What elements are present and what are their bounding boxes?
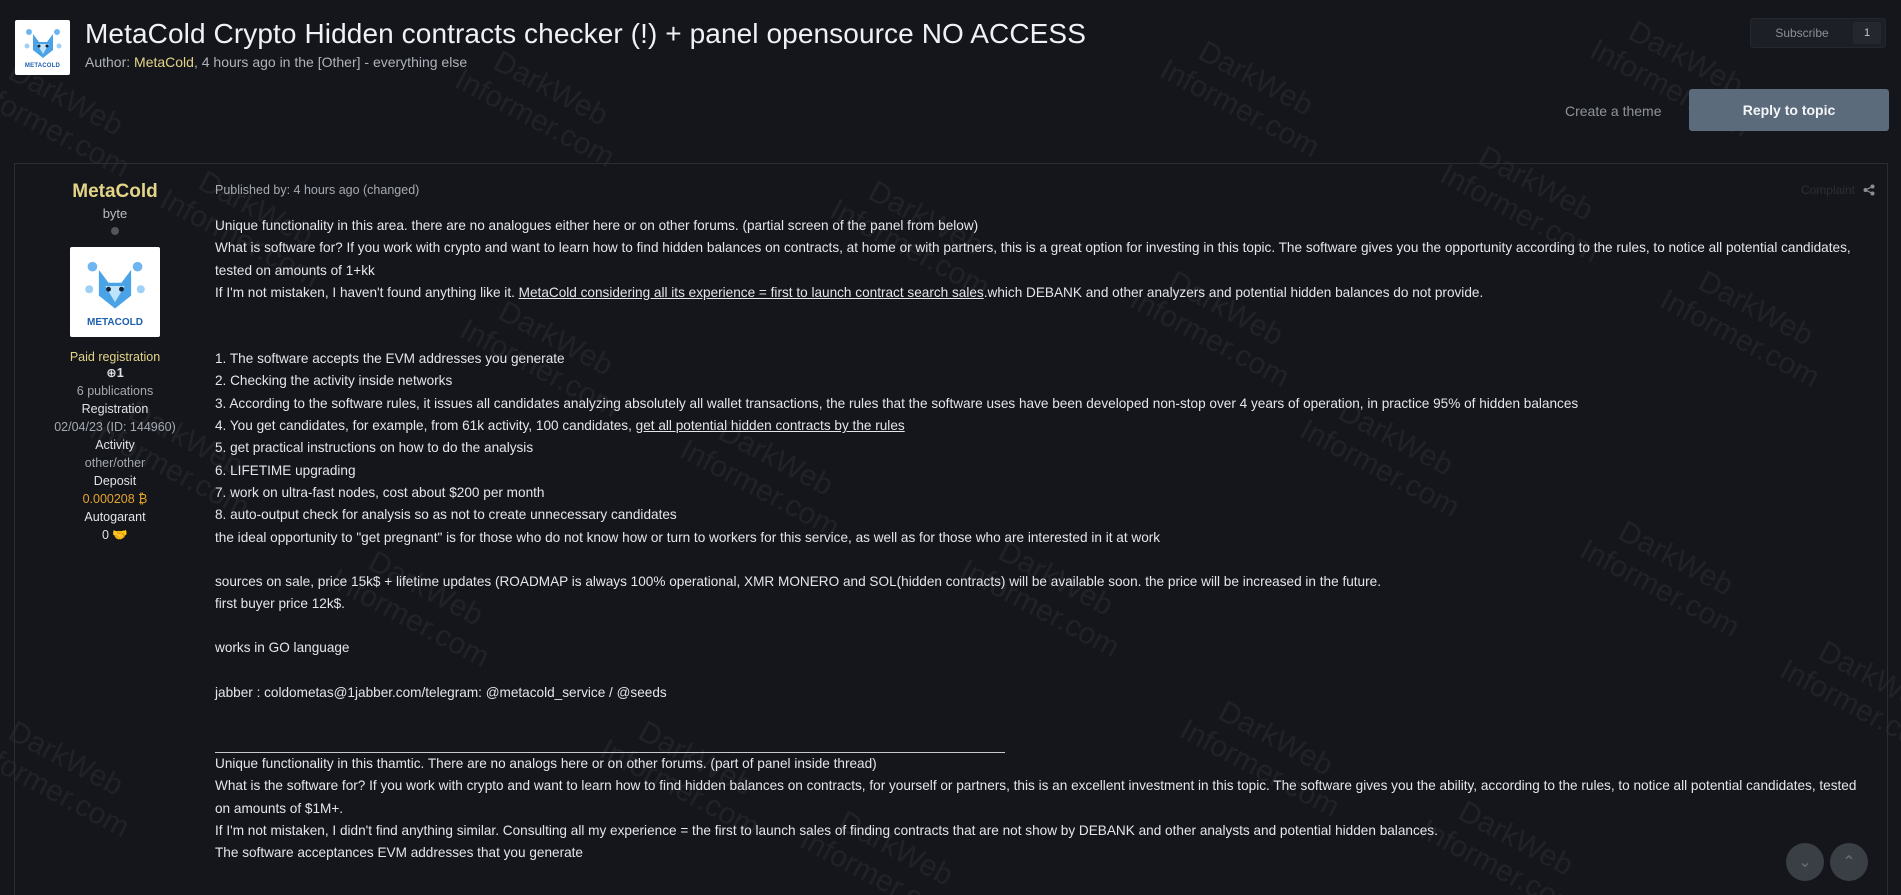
body-line: What is software for? If you work with c… xyxy=(215,240,1851,278)
online-status-icon xyxy=(111,227,119,235)
post-author-name[interactable]: MetaCold xyxy=(15,181,215,203)
autogarant-value: 0 🤝 xyxy=(102,528,128,542)
deposit-value: 0.000208 ₿ xyxy=(82,492,148,506)
hidden-contracts-link[interactable]: get all potential hidden contracts by th… xyxy=(636,418,905,433)
contact-line: jabber : coldometas@1jabber.com/telegram… xyxy=(215,684,667,700)
feature-item: 1. The software accepts the EVM addresse… xyxy=(215,351,565,367)
meta-suffix: , 4 hours ago in the [Other] - everythin… xyxy=(193,54,468,70)
topic-author-link[interactable]: MetaCold xyxy=(134,54,194,70)
body-line: If I'm not mistaken, I haven't found any… xyxy=(215,284,1484,300)
logo-text: METACOLD xyxy=(24,63,61,69)
registration-label: Registration xyxy=(81,402,149,416)
body-line: The software acceptances EVM addresses t… xyxy=(215,845,583,861)
feature-item: 7. work on ultra-fast nodes, cost about … xyxy=(215,484,545,500)
feature-item: 3. According to the software rules, it i… xyxy=(215,395,1579,411)
share-icon[interactable] xyxy=(1863,184,1875,199)
published-info: Published by: 4 hours ago (changed) xyxy=(215,183,420,197)
registration-value: 02/04/23 (ID: 144960) xyxy=(54,420,176,434)
feature-item: 5. get practical instructions on how to … xyxy=(215,440,534,456)
body-line: If I'm not mistaken, I didn't find anyth… xyxy=(215,822,1438,838)
create-theme-link[interactable]: Create a theme xyxy=(1565,103,1662,119)
post-content: Published by: 4 hours ago (changed) Comp… xyxy=(215,183,1875,865)
author-group: Paid registration xyxy=(69,350,161,364)
feature-item: 2. Checking the activity inside networks xyxy=(215,373,453,389)
subscribe-label: Subscribe xyxy=(1775,26,1829,40)
post-body: Unique functionality in this area. there… xyxy=(215,215,1875,865)
avatar-text: METACOLD xyxy=(87,316,143,328)
activity-value: other/other xyxy=(84,456,146,470)
scroll-up-button[interactable]: ⌃ xyxy=(1830,843,1868,881)
topic-meta: Author: MetaCold, 4 hours ago in the [Ot… xyxy=(85,54,467,70)
body-line: Unique functionality in this thamtic. Th… xyxy=(215,756,877,772)
topic-header: METACOLD MetaCold Crypto Hidden contract… xyxy=(15,18,1886,78)
body-line: Unique functionality in this area. there… xyxy=(215,218,979,233)
feature-item: 4. You get candidates, for example, from… xyxy=(215,418,905,434)
topic-title: MetaCold Crypto Hidden contracts checker… xyxy=(85,18,1086,49)
avatar[interactable]: METACOLD xyxy=(70,247,160,337)
body-line: the ideal opportunity to "get pregnant" … xyxy=(215,529,1161,545)
body-line: first buyer price 12k$. xyxy=(215,596,345,612)
body-line: works in GO language xyxy=(215,640,350,656)
feature-item: 6. LIFETIME upgrading xyxy=(215,462,356,478)
body-line: What is the software for? If you work wi… xyxy=(215,778,1857,816)
publications-count[interactable]: 6 publications xyxy=(15,382,215,400)
fox-avatar-icon xyxy=(85,261,145,309)
reply-to-topic-button[interactable]: Reply to topic xyxy=(1689,89,1889,131)
feature-item: 8. auto-output check for analysis so as … xyxy=(215,507,677,523)
subscribe-button[interactable]: Subscribe 1 xyxy=(1750,18,1886,48)
reputation: ⊕1 xyxy=(106,366,124,380)
meta-prefix: Author: xyxy=(85,54,135,70)
fox-logo-icon xyxy=(24,29,61,58)
complaint-link[interactable]: Complaint xyxy=(1801,183,1855,197)
subscribe-count: 1 xyxy=(1853,22,1881,44)
chevron-up-icon: ⌃ xyxy=(1842,854,1856,871)
post: MetaCold byte METACOLD Paid registration… xyxy=(14,163,1888,895)
activity-label: Activity xyxy=(95,438,135,452)
body-line: sources on sale, price 15k$ + lifetime u… xyxy=(215,573,1381,589)
scroll-down-button[interactable]: ⌄ xyxy=(1786,843,1824,881)
deposit-label: Deposit xyxy=(93,474,137,488)
post-author-panel: MetaCold byte METACOLD Paid registration… xyxy=(15,164,215,544)
chevron-down-icon: ⌄ xyxy=(1798,854,1812,871)
topic-logo: METACOLD xyxy=(15,20,70,75)
autogarant-label: Autogarant xyxy=(84,510,146,524)
author-rank: byte xyxy=(102,206,128,221)
experience-link[interactable]: MetaCold considering all its experience … xyxy=(519,285,984,300)
